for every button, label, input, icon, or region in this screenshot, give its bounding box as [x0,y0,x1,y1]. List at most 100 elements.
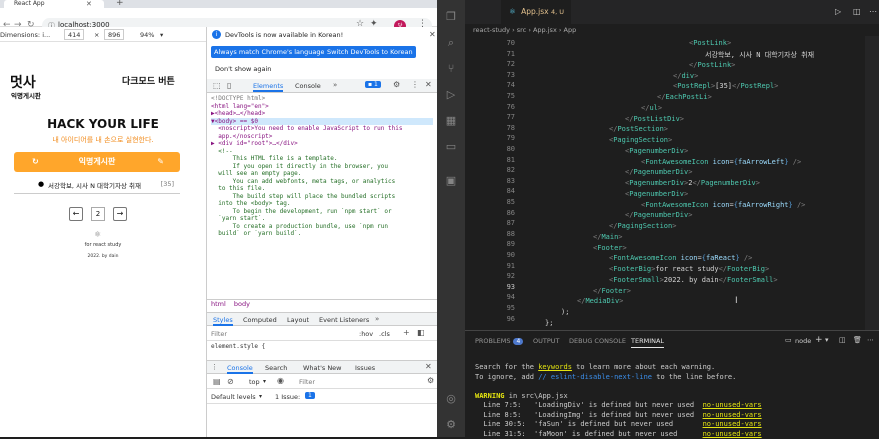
terminal-output[interactable]: Search for the keywords to learn more ab… [475,363,762,439]
close-icon[interactable]: ✕ [425,362,432,371]
crumb-html[interactable]: html [211,300,226,308]
issues-link[interactable]: 1 Issue: [275,393,300,401]
search-icon[interactable]: ⌕ [444,36,458,50]
issues-badge[interactable]: 1 [305,392,315,399]
height-input[interactable]: 896 [104,29,125,40]
chevron-down-icon[interactable]: ▾ [825,336,829,344]
tab-app-jsx[interactable]: ⚛ App.jsx 4, U [501,0,571,24]
extensions-icon[interactable]: ▦ [444,114,458,128]
dimensions-select[interactable]: Dimensions: i... [0,31,50,39]
styles-filter-input[interactable]: Filter [211,330,227,338]
terminal-shell[interactable]: node [795,337,811,345]
code-line[interactable]: This HTML file is a template. [211,155,433,163]
more-tabs-icon[interactable]: » [333,81,337,89]
gear-icon[interactable]: ⚙ [444,418,458,432]
hov-toggle[interactable]: :hov [359,330,373,338]
code-line-selected[interactable]: ▼<body> == $0 [211,117,433,125]
tab-problems[interactable]: PROBLEMS 4 [475,337,524,345]
levels-select[interactable]: Default levels [211,393,256,401]
tab-whats-new[interactable]: What's New [303,364,342,372]
more-actions-icon[interactable]: ⋯ [867,336,874,344]
close-icon[interactable]: ✕ [429,30,436,39]
code-line[interactable]: will see an empty page. [211,170,433,178]
issues-badge[interactable]: ▪ 1 [365,81,381,88]
code-line[interactable]: You can add webfonts, meta tags, or anal… [211,178,433,186]
more-actions-icon[interactable]: ⋯ [869,7,877,16]
eye-icon[interactable]: ◉ [277,376,284,385]
list-item[interactable]: ● 서강학보, 시사 N 대학기자상 취재 [35] [14,180,180,194]
tab-issues[interactable]: Issues [355,364,375,372]
code-line[interactable]: ▶ <div id="root">…</div> [211,140,433,148]
tab-console[interactable]: Console [295,82,321,90]
code-line[interactable]: To create a production bundle, use `npm … [211,223,433,231]
tab-output[interactable]: OUTPUT [533,337,560,345]
dont-show-button[interactable]: Don't show again [215,65,271,73]
prev-page-button[interactable]: ← [69,207,83,221]
split-editor-icon[interactable]: ◫ [853,7,861,16]
zoom-select[interactable]: 94% [140,31,154,39]
write-board-button[interactable]: ↻ 익명게시판 ✎ [14,152,180,172]
tab-styles[interactable]: Styles [213,316,233,326]
tab-terminal[interactable]: TERMINAL [631,337,665,348]
code-line[interactable]: If you open it directly in the browser, … [211,163,433,171]
new-tab-icon[interactable]: + [116,0,124,8]
code-line[interactable]: The build step will place the bundled sc… [211,193,433,201]
tab-layout[interactable]: Layout [287,316,309,324]
crumb[interactable]: App [564,26,577,34]
switch-language-button[interactable]: Switch DevTools to Korean [324,46,416,58]
minimap[interactable] [865,36,879,330]
remote-icon[interactable]: ▭ [444,140,458,154]
code-line[interactable]: into the <body> tag. [211,200,433,208]
account-icon[interactable]: ◎ [444,392,458,406]
gear-icon[interactable]: ⚙ [427,376,434,385]
code-line[interactable]: build` or `yarn build`. [211,230,433,238]
kebab-icon[interactable]: ⋮ [411,80,419,89]
close-icon[interactable]: ✕ [86,0,92,8]
next-page-button[interactable]: → [113,207,127,221]
explorer-icon[interactable]: ❐ [444,10,458,24]
crumb-body[interactable]: body [234,300,250,308]
more-tabs-icon[interactable]: » [375,315,379,323]
tab-event-listeners[interactable]: Event Listeners [319,316,369,324]
tab-search[interactable]: Search [265,364,287,372]
trash-icon[interactable]: 🗑 [853,336,862,344]
tab-debug-console[interactable]: DEBUG CONSOLE [569,337,626,345]
darkmode-button[interactable]: 다크모드 버튼 [122,74,175,87]
run-debug-icon[interactable]: ▷ [444,88,458,102]
docker-icon[interactable]: ▣ [444,174,458,188]
code-line[interactable]: <html lang="en"> [211,103,433,111]
code-line[interactable]: <!DOCTYPE html> [211,95,433,103]
context-select[interactable]: top [249,378,260,386]
tab-elements[interactable]: Elements [253,82,284,92]
code-line[interactable]: to this file. [211,185,433,193]
sidebar-toggle-icon[interactable]: ◧ [417,328,425,337]
tab-console[interactable]: Console [227,364,253,374]
crumb[interactable]: react-study [473,26,510,34]
close-icon[interactable]: ✕ [425,80,432,89]
gear-icon[interactable]: ⚙ [393,80,400,89]
inspect-icon[interactable]: ⬚ [213,81,221,90]
zoom-dropdown-icon[interactable]: ▾ [160,31,163,39]
run-icon[interactable]: ▷ [835,7,841,16]
tab-computed[interactable]: Computed [243,316,277,324]
code-line[interactable]: `yarn start`. [211,215,433,223]
code-line[interactable]: <noscript>You need to enable JavaScript … [211,125,433,133]
width-input[interactable]: 414 [64,29,85,40]
code-line[interactable]: To begin the development, run `npm start… [211,208,433,216]
drawer-menu-icon[interactable]: ⋮ [211,363,218,371]
match-language-button[interactable]: Always match Chrome's language [211,46,328,58]
source-control-icon[interactable]: ⑂ [444,62,458,76]
add-terminal-icon[interactable]: + [815,335,823,345]
code-editor[interactable]: <FontAwesomeIcon icon={faLocationPin} />… [521,36,865,330]
sidebar-icon[interactable]: ▤ [213,377,221,386]
crumb[interactable]: App.jsx [533,26,557,34]
code-line[interactable]: ▶<head>…</head> [211,110,433,118]
console-filter-input[interactable]: Filter [299,378,315,386]
code-line[interactable]: <!-- [211,148,433,156]
cls-toggle[interactable]: .cls [379,330,390,338]
crumb[interactable]: src [517,26,527,34]
code-line[interactable]: app.</noscript> [211,133,433,141]
device-icon[interactable]: ▯ [227,81,231,90]
clear-icon[interactable]: ⊘ [227,377,234,386]
element-style-rule[interactable]: element.style { [211,343,265,350]
